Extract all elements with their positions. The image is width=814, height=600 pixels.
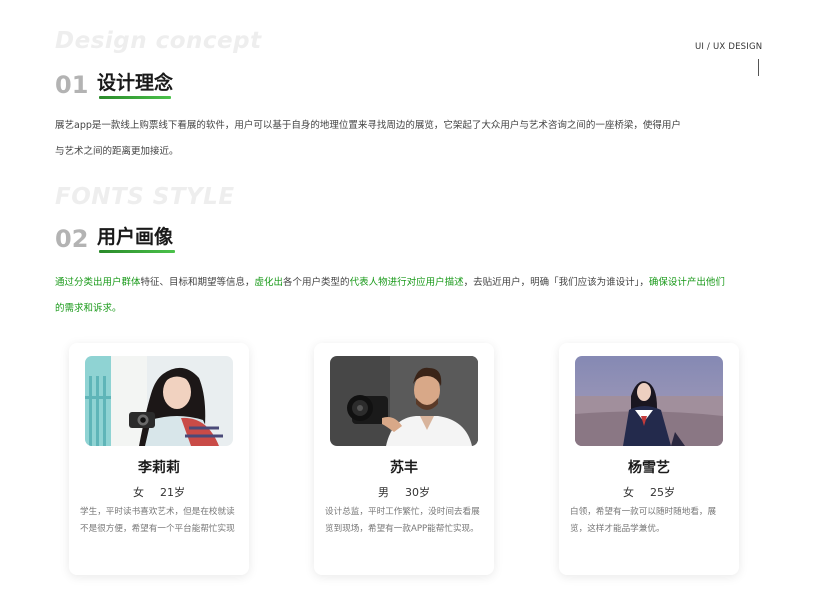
persona-info: 男 30岁: [314, 484, 494, 500]
persona-card-2: 苏丰 男 30岁 设计总监，平时工作繁忙，没时间去看展览到现场，希望有一款APP能…: [314, 343, 494, 575]
persona-age: 30岁: [405, 486, 430, 499]
title-underline: [99, 250, 175, 253]
title-underline: [99, 96, 171, 99]
section-title: 用户画像: [97, 226, 174, 248]
persona-card-1: 李莉莉 女 21岁 学生，平时读书喜欢艺术，但是在校就读不是很方便，希望有一个平台…: [69, 343, 249, 575]
persona-description: 白领，希望有一款可以随时随地看，展览，这样才能品学兼优。: [570, 507, 717, 534]
persona-gender: 男: [378, 486, 389, 499]
highlight-text: 通过分类出用户群体: [55, 277, 141, 288]
ghost-heading-design-concept: Design concept: [55, 28, 262, 54]
highlight-text: 代表人物进行对应用户描述: [349, 277, 464, 288]
ghost-heading-fonts-style: FONTS STYLE: [55, 184, 235, 210]
section-number: 02: [55, 225, 89, 253]
plain-text: 特征、目标和期望等信息，: [140, 277, 255, 288]
persona-info: 女 25岁: [559, 484, 739, 500]
woman-at-seaside-photo: [575, 356, 723, 446]
persona-age: 25岁: [650, 486, 675, 499]
section-number: 01: [55, 71, 89, 99]
concept-paragraph: 展艺app是一款线上购票线下看展的软件，用户可以基于自身的地理位置来寻找周边的展…: [55, 113, 735, 165]
persona-intro-paragraph: 通过分类出用户群体特征、目标和期望等信息，虚化出各个用户类型的代表人物进行对应用…: [55, 270, 731, 322]
plain-text: ，去贴近用户，明确「我们应该为谁设计」，: [463, 277, 649, 288]
young-woman-with-camera-photo: [85, 356, 233, 446]
concept-line-1: 展艺app是一款线上购票线下看展的软件，用户可以基于自身的地理位置来寻找周边的展…: [55, 120, 681, 131]
persona-name: 杨雪艺: [628, 460, 670, 476]
persona-description: 设计总监，平时工作繁忙，没时间去看展览到现场，希望有一款APP能帮忙实现。: [325, 507, 480, 534]
persona-card-3: 杨雪艺 女 25岁 白领，希望有一款可以随时随地看，展览，这样才能品学兼优。: [559, 343, 739, 575]
persona-gender: 女: [133, 486, 144, 499]
persona-info: 女 21岁: [69, 484, 249, 500]
plain-text: 各个用户类型的: [283, 277, 350, 288]
concept-line-2: 与艺术之间的距离更加接近。: [55, 146, 179, 157]
section-title: 设计理念: [97, 72, 174, 94]
persona-age: 21岁: [160, 486, 185, 499]
divider-line: [758, 59, 759, 76]
persona-gender: 女: [623, 486, 634, 499]
persona-name: 苏丰: [390, 460, 418, 476]
persona-name: 李莉莉: [138, 460, 180, 476]
persona-description: 学生，平时读书喜欢艺术，但是在校就读不是很方便，希望有一个平台能帮忙实现: [80, 507, 235, 534]
design-tag: UI / UX DESIGN: [695, 42, 763, 52]
highlight-text: 虚化出: [254, 277, 284, 288]
man-with-camera-photo: [330, 356, 478, 446]
